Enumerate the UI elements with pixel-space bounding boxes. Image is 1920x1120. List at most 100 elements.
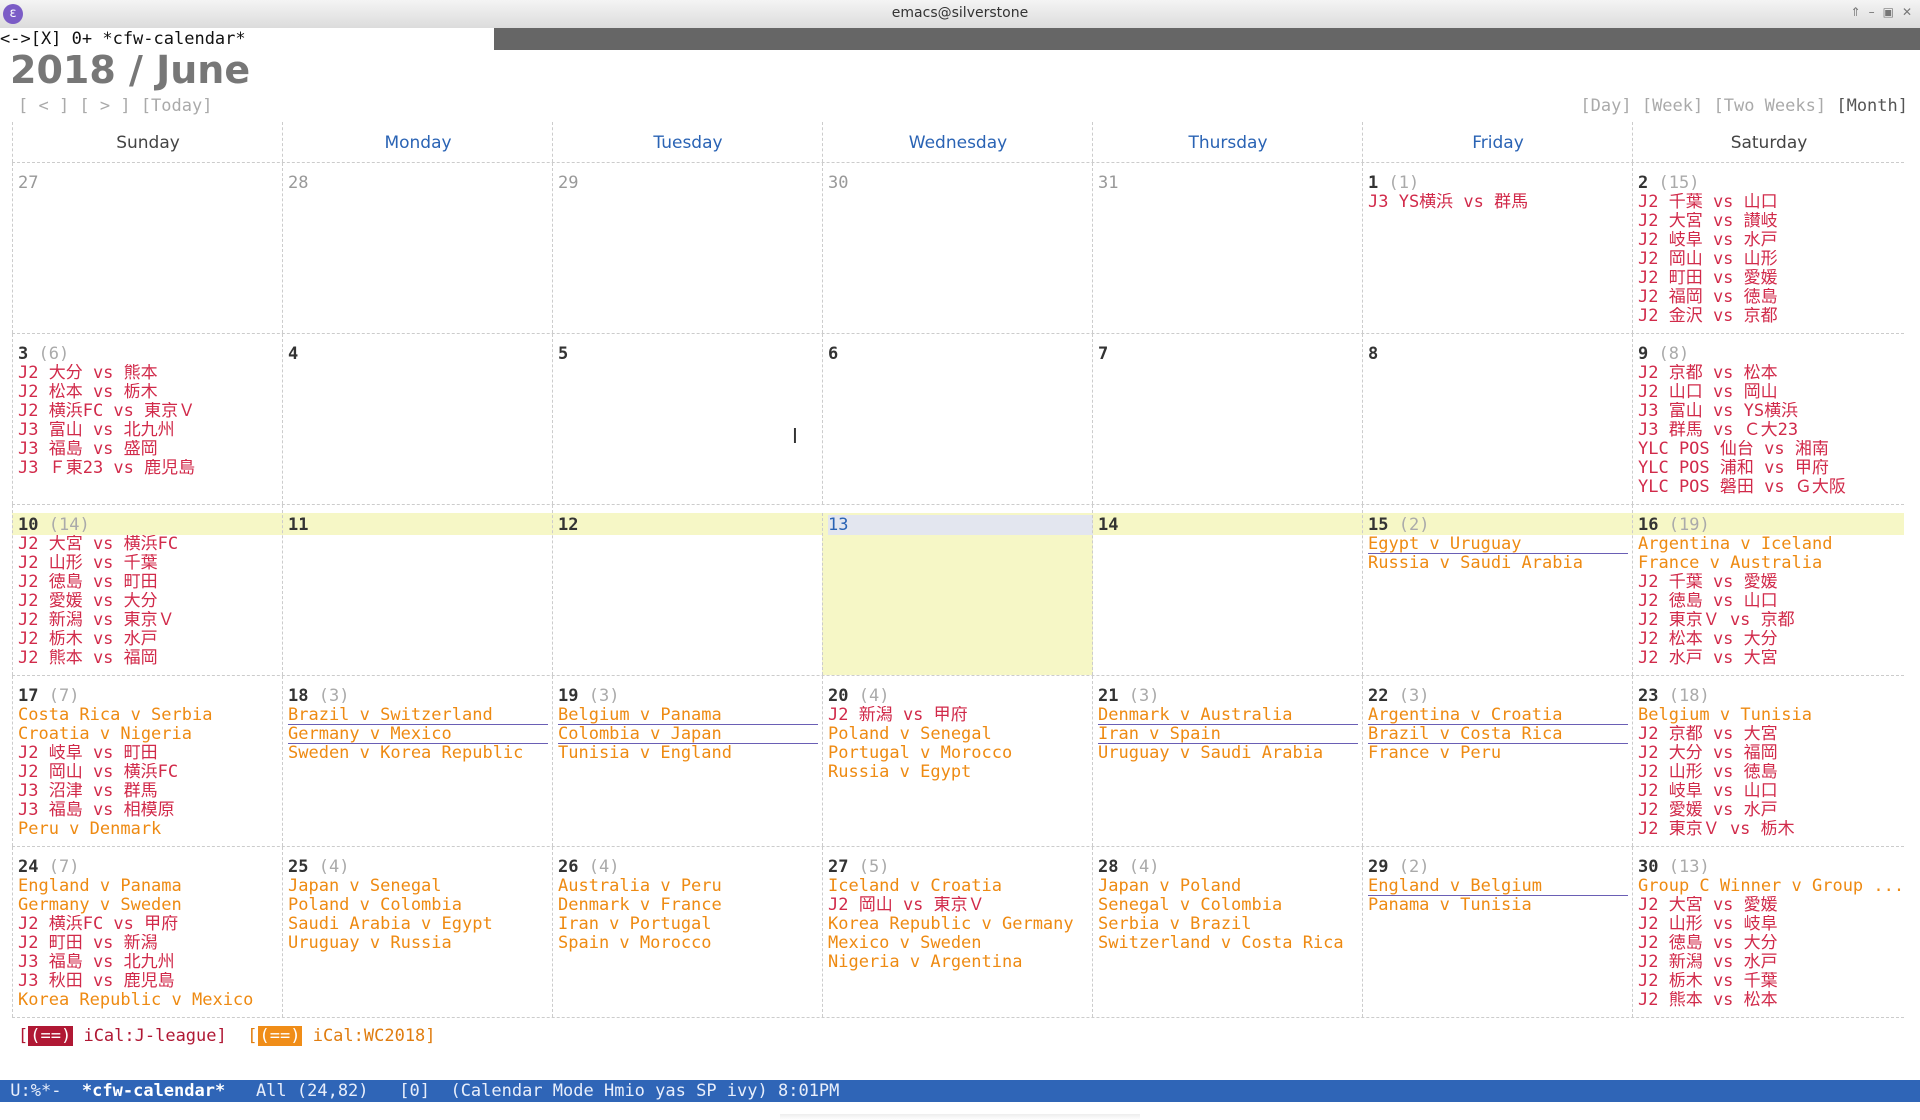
day-cell[interactable]: 26 (4) Australia v Peru Denmark v France Ir…	[552, 847, 823, 1017]
wc2018-event[interactable]: Uruguay v Saudi Arabia	[1098, 744, 1363, 763]
day-cell[interactable]: 16 (19) Argentina v Iceland France v Austr…	[1632, 505, 1905, 675]
jleague-event[interactable]: J2 東京Ｖ vs 栃木	[1638, 820, 1905, 839]
jleague-event[interactable]: J2 岡山 vs 東京Ｖ	[828, 896, 1093, 915]
wc2018-event[interactable]: Serbia v Brazil	[1098, 915, 1363, 934]
jleague-event[interactable]: J2 徳島 vs 山口	[1638, 592, 1905, 611]
wc2018-event[interactable]: France v Australia	[1638, 554, 1905, 573]
jleague-event[interactable]: J3 秋田 vs 鹿児島	[18, 972, 283, 991]
jleague-event[interactable]: J2 水戸 vs 大宮	[1638, 649, 1905, 668]
jleague-legend-label[interactable]: iCal:J-league	[83, 1026, 216, 1046]
modeline-modes[interactable]: (Calendar Mode Hmio yas SP ivy)	[450, 1081, 767, 1101]
jleague-event[interactable]: J2 松本 vs 大分	[1638, 630, 1905, 649]
jleague-event[interactable]: J2 千葉 vs 山口	[1638, 193, 1905, 212]
jleague-event[interactable]: J2 京都 vs 大宮	[1638, 725, 1905, 744]
wc2018-event[interactable]: Tunisia v England	[558, 744, 823, 763]
wc2018-event[interactable]: Brazil v Switzerland	[288, 706, 548, 725]
jleague-event[interactable]: J2 松本 vs 栃木	[18, 383, 283, 402]
wc2018-event[interactable]: Iceland v Croatia	[828, 877, 1093, 896]
day-cell[interactable]: 31	[1092, 163, 1363, 333]
jleague-event[interactable]: J3 沼津 vs 群馬	[18, 782, 283, 801]
jleague-event[interactable]: YLC POS 仙台 vs 湘南	[1638, 440, 1905, 459]
wc2018-event[interactable]: Belgium v Panama	[558, 706, 818, 725]
day-cell[interactable]: 27	[12, 163, 283, 333]
wc2018-event[interactable]: Poland v Colombia	[288, 896, 553, 915]
day-cell[interactable]: 27 (5) Iceland v Croatia J2 岡山 vs 東京Ｖ Korea…	[822, 847, 1093, 1017]
day-cell[interactable]: 3 (6) J2 大分 vs 熊本 J2 松本 vs 栃木 J2 横浜FC vs 東京…	[12, 334, 283, 504]
jleague-event[interactable]: YLC POS 磐田 vs Ｇ大阪	[1638, 478, 1905, 497]
jleague-event[interactable]: J2 岐阜 vs 水戸	[1638, 231, 1905, 250]
jleague-event[interactable]: J2 愛媛 vs 水戸	[1638, 801, 1905, 820]
jleague-event[interactable]: J2 岐阜 vs 町田	[18, 744, 283, 763]
jleague-event[interactable]: J2 山形 vs 徳島	[1638, 763, 1905, 782]
wc2018-event[interactable]: Portugal v Morocco	[828, 744, 1093, 763]
day-cell[interactable]: 25 (4) Japan v Senegal Poland v Colombia Sa…	[282, 847, 553, 1017]
day-cell[interactable]: 7	[1092, 334, 1363, 504]
view-button-twoweeks[interactable]: [Two Weeks]	[1714, 96, 1827, 116]
wc2018-event[interactable]: Japan v Senegal	[288, 877, 553, 896]
wc2018-event[interactable]: England v Panama	[18, 877, 283, 896]
jleague-event[interactable]: J2 新潟 vs 甲府	[828, 706, 1093, 725]
wc2018-event[interactable]: Group C Winner v Group ...	[1638, 877, 1905, 896]
wc2018-event[interactable]: Russia v Egypt	[828, 763, 1093, 782]
jleague-event[interactable]: J2 大分 vs 熊本	[18, 364, 283, 383]
wc2018-event[interactable]: Belgium v Tunisia	[1638, 706, 1905, 725]
wc2018-event[interactable]: Denmark v Australia	[1098, 706, 1358, 725]
jleague-event[interactable]: J2 大宮 vs 横浜FC	[18, 535, 283, 554]
view-switcher[interactable]: [Day] [Week] [Two Weeks] [Month]	[1580, 96, 1908, 116]
wc2018-event[interactable]: Peru v Denmark	[18, 820, 283, 839]
wc2018-event[interactable]: Uruguay v Russia	[288, 934, 553, 953]
jleague-event[interactable]: J2 大宮 vs 愛媛	[1638, 896, 1905, 915]
view-button-week[interactable]: [Week]	[1642, 96, 1703, 116]
wc2018-event[interactable]: Switzerland v Costa Rica	[1098, 934, 1363, 953]
day-cell[interactable]: 8	[1362, 334, 1633, 504]
wc2018-event[interactable]: Costa Rica v Serbia	[18, 706, 283, 725]
jleague-event[interactable]: J2 山口 vs 岡山	[1638, 383, 1905, 402]
jleague-event[interactable]: J3 Ｆ東23 vs 鹿児島	[18, 459, 283, 478]
day-cell[interactable]: 24 (7) England v Panama Germany v Sweden J2…	[12, 847, 283, 1017]
jleague-event[interactable]: J2 新潟 vs 水戸	[1638, 953, 1905, 972]
minimize-icon[interactable]: –	[1869, 5, 1875, 19]
shade-icon[interactable]: ⇑	[1851, 5, 1861, 19]
jleague-event[interactable]: J3 福島 vs 北九州	[18, 953, 283, 972]
wc2018-event[interactable]: Australia v Peru	[558, 877, 823, 896]
wc2018-event[interactable]: Mexico v Sweden	[828, 934, 1093, 953]
jleague-event[interactable]: J2 新潟 vs 東京Ｖ	[18, 611, 283, 630]
jleague-event[interactable]: J2 栃木 vs 千葉	[1638, 972, 1905, 991]
day-cell[interactable]: 17 (7) Costa Rica v Serbia Croatia v Niger…	[12, 676, 283, 846]
day-cell[interactable]: 12	[552, 505, 823, 675]
wc2018-event[interactable]: France v Peru	[1368, 744, 1633, 763]
wc2018-event[interactable]: Saudi Arabia v Egypt	[288, 915, 553, 934]
jleague-event[interactable]: J3 富山 vs 北九州	[18, 421, 283, 440]
minibuffer[interactable]	[780, 1114, 1140, 1120]
view-button-month[interactable]: [Month]	[1836, 96, 1908, 116]
wc2018-event[interactable]: Senegal v Colombia	[1098, 896, 1363, 915]
calendar-navigation[interactable]: [ < ] [ > ] [Today]	[18, 96, 212, 116]
day-cell[interactable]: 18 (3) Brazil v Switzerland Germany v Mexi…	[282, 676, 553, 846]
jleague-event[interactable]: J2 徳島 vs 町田	[18, 573, 283, 592]
jleague-event[interactable]: J2 山形 vs 岐阜	[1638, 915, 1905, 934]
jleague-event[interactable]: J3 富山 vs YS横浜	[1638, 402, 1905, 421]
jleague-event[interactable]: J3 福島 vs 盛岡	[18, 440, 283, 459]
jleague-event[interactable]: J2 岐阜 vs 山口	[1638, 782, 1905, 801]
wc2018-event[interactable]: Sweden v Korea Republic	[288, 744, 553, 763]
day-cell[interactable]: 21 (3) Denmark v Australia Iran v Spain Uru…	[1092, 676, 1363, 846]
jleague-event[interactable]: J2 金沢 vs 京都	[1638, 307, 1905, 326]
wc2018-event[interactable]: Korea Republic v Mexico	[18, 991, 283, 1010]
wc2018-event[interactable]: Panama v Tunisia	[1368, 896, 1633, 915]
jleague-event[interactable]: J2 町田 vs 新潟	[18, 934, 283, 953]
jleague-event[interactable]: J2 京都 vs 松本	[1638, 364, 1905, 383]
modeline-buffer-name[interactable]: *cfw-calendar*	[82, 1081, 225, 1101]
day-cell[interactable]: 19 (3) Belgium v Panama Colombia v Japan Tu…	[552, 676, 823, 846]
day-cell[interactable]: 2 (15) J2 千葉 vs 山口 J2 大宮 vs 讃岐 J2 岐阜 vs 水戸 J…	[1632, 163, 1905, 333]
wc2018-event[interactable]: Iran v Portugal	[558, 915, 823, 934]
wc2018-event[interactable]: Iran v Spain	[1098, 725, 1358, 744]
day-cell[interactable]: 29	[552, 163, 823, 333]
wc2018-event[interactable]: Colombia v Japan	[558, 725, 818, 744]
day-cell[interactable]: 29 (2) England v Belgium Panama v Tunisia	[1362, 847, 1633, 1017]
jleague-event[interactable]: J2 東京Ｖ vs 京都	[1638, 611, 1905, 630]
day-cell[interactable]: 14	[1092, 505, 1363, 675]
day-cell-today[interactable]: 13	[822, 513, 1093, 675]
jleague-event[interactable]: J2 横浜FC vs 甲府	[18, 915, 283, 934]
day-cell[interactable]: 11	[282, 505, 553, 675]
wc2018-legend-label[interactable]: iCal:WC2018	[313, 1026, 426, 1046]
